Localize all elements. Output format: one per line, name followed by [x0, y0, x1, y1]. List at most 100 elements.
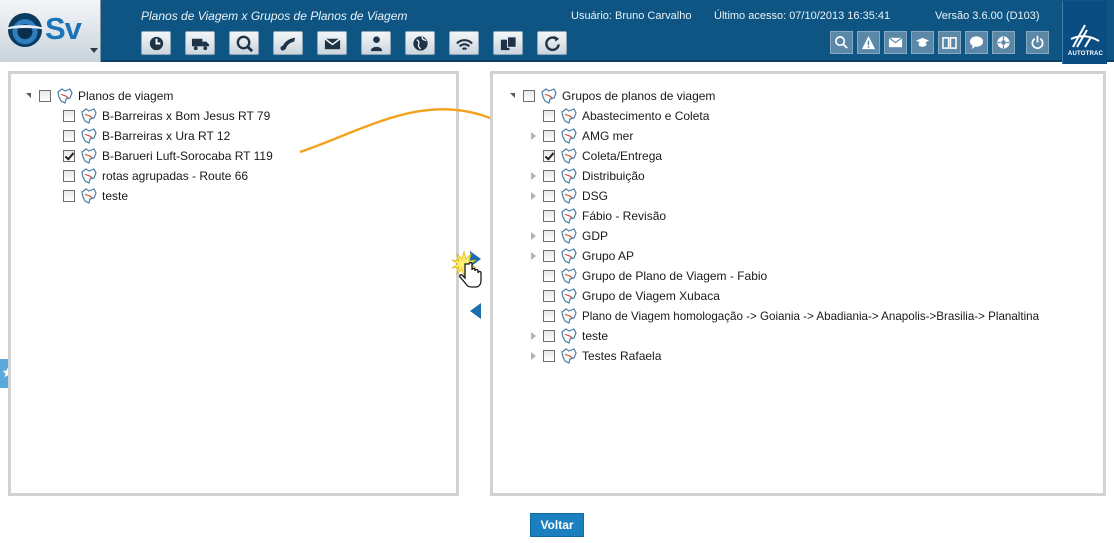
map-icon: [561, 248, 577, 264]
tree-item[interactable]: rotas agrupadas - Route 66: [59, 166, 248, 186]
last-access: Último acesso: 07/10/2013 16:35:41: [714, 10, 891, 22]
tree-root-groups[interactable]: Grupos de planos de viagem: [507, 86, 715, 106]
eye-logo-icon: [4, 13, 46, 47]
tree-item[interactable]: Coleta/Entrega: [527, 146, 662, 166]
tree-item[interactable]: AMG mer: [527, 126, 633, 146]
power-icon: [1031, 35, 1044, 50]
map-icon: [81, 168, 97, 184]
tree-item[interactable]: Abastecimento e Coleta: [527, 106, 709, 126]
map-icon: [561, 188, 577, 204]
world-button[interactable]: [405, 31, 435, 55]
item-checkbox[interactable]: [543, 230, 555, 242]
root-checkbox[interactable]: [39, 90, 51, 102]
back-button[interactable]: Voltar: [530, 513, 584, 537]
signal-button[interactable]: [449, 31, 479, 55]
app-header: Sv Planos de Viagem x Grupos de Planos d…: [0, 0, 1114, 64]
expand-toggle-icon[interactable]: [527, 130, 539, 142]
tree-item-label: B-Barreiras x Ura RT 12: [102, 129, 231, 143]
item-checkbox[interactable]: [63, 130, 75, 142]
settings-button[interactable]: [992, 31, 1015, 54]
training-icon: [915, 37, 930, 47]
route-button[interactable]: [273, 31, 303, 55]
clock-icon: [149, 36, 164, 51]
tree-item[interactable]: teste: [527, 326, 608, 346]
tree-item[interactable]: Grupo de Viagem Xubaca: [527, 286, 720, 306]
page-title: Planos de Viagem x Grupos de Planos de V…: [141, 9, 408, 23]
map-icon: [561, 128, 577, 144]
truck-button[interactable]: [185, 31, 215, 55]
tree-item-label: Grupo AP: [582, 249, 635, 263]
person-button[interactable]: [361, 31, 391, 55]
tree-item[interactable]: teste: [59, 186, 128, 206]
expand-toggle-icon[interactable]: [527, 330, 539, 342]
item-checkbox[interactable]: [543, 270, 555, 282]
item-checkbox[interactable]: [543, 130, 555, 142]
tree-root-travel-plans[interactable]: Planos de viagem: [23, 86, 173, 106]
app-logo-menu[interactable]: Sv: [0, 0, 101, 62]
messages-button[interactable]: [884, 31, 907, 54]
world-icon: [413, 36, 428, 51]
item-checkbox[interactable]: [543, 210, 555, 222]
item-checkbox[interactable]: [543, 330, 555, 342]
tree-item[interactable]: GDP: [527, 226, 608, 246]
tree-item-label: GDP: [582, 229, 609, 243]
mail-button[interactable]: [317, 31, 347, 55]
item-checkbox[interactable]: [63, 110, 75, 122]
expand-toggle-icon[interactable]: [527, 170, 539, 182]
training-button[interactable]: [911, 31, 934, 54]
tree-item-label: Fábio - Revisão: [582, 209, 667, 223]
tree-item[interactable]: B-Barreiras x Ura RT 12: [59, 126, 230, 146]
move-left-arrow-icon[interactable]: [469, 302, 483, 320]
tree-item[interactable]: Plano de Viagem homologação -> Goiania -…: [527, 306, 1039, 326]
tree-item[interactable]: B-Barreiras x Bom Jesus RT 79: [59, 106, 270, 126]
globe-search-button[interactable]: [229, 31, 259, 55]
item-checkbox[interactable]: [543, 110, 555, 122]
expand-toggle-icon[interactable]: [527, 190, 539, 202]
tree-item-label: B-Barueri Luft-Sorocaba RT 119: [102, 149, 273, 163]
item-checkbox[interactable]: [543, 250, 555, 262]
item-checkbox[interactable]: [543, 310, 555, 322]
power-button[interactable]: [1026, 31, 1049, 54]
messages-icon: [888, 37, 903, 48]
item-checkbox[interactable]: [543, 170, 555, 182]
refresh-button[interactable]: [537, 31, 567, 55]
expand-toggle-icon[interactable]: [527, 350, 539, 362]
hand-cursor-icon: [452, 250, 482, 288]
tree-item[interactable]: Distribuição: [527, 166, 645, 186]
search-button[interactable]: [830, 31, 853, 54]
item-checkbox[interactable]: [543, 290, 555, 302]
item-checkbox[interactable]: [543, 150, 555, 162]
map-icon: [561, 208, 577, 224]
item-checkbox[interactable]: [543, 350, 555, 362]
root-checkbox[interactable]: [523, 90, 535, 102]
chat-button[interactable]: [965, 31, 988, 54]
item-checkbox[interactable]: [543, 190, 555, 202]
expand-toggle-icon[interactable]: [527, 230, 539, 242]
expand-toggle-icon[interactable]: [527, 250, 539, 262]
tree-item[interactable]: Grupo AP: [527, 246, 634, 266]
tree-item[interactable]: Testes Rafaela: [527, 346, 661, 366]
item-checkbox[interactable]: [63, 190, 75, 202]
tree-item[interactable]: Fábio - Revisão: [527, 206, 666, 226]
collapse-toggle-icon[interactable]: [507, 90, 519, 102]
tree-item[interactable]: B-Barueri Luft-Sorocaba RT 119: [59, 146, 273, 166]
documents-button[interactable]: [493, 31, 523, 55]
person-icon: [370, 36, 383, 52]
tree-item[interactable]: Grupo de Plano de Viagem - Fabio: [527, 266, 767, 286]
manual-button[interactable]: [938, 31, 961, 54]
logo-text: Sv: [45, 11, 82, 46]
map-icon: [81, 148, 97, 164]
tree-item-label: Coleta/Entrega: [582, 149, 663, 163]
tree-item-label: Abastecimento e Coleta: [582, 109, 710, 123]
map-icon: [541, 88, 557, 104]
item-checkbox[interactable]: [63, 150, 75, 162]
map-icon: [561, 148, 577, 164]
clock-button[interactable]: [141, 31, 171, 55]
collapse-toggle-icon[interactable]: [23, 90, 35, 102]
tree-item[interactable]: DSG: [527, 186, 608, 206]
settings-icon: [997, 36, 1010, 49]
map-icon: [561, 328, 577, 344]
map-icon: [81, 188, 97, 204]
warning-button[interactable]: [857, 31, 880, 54]
item-checkbox[interactable]: [63, 170, 75, 182]
